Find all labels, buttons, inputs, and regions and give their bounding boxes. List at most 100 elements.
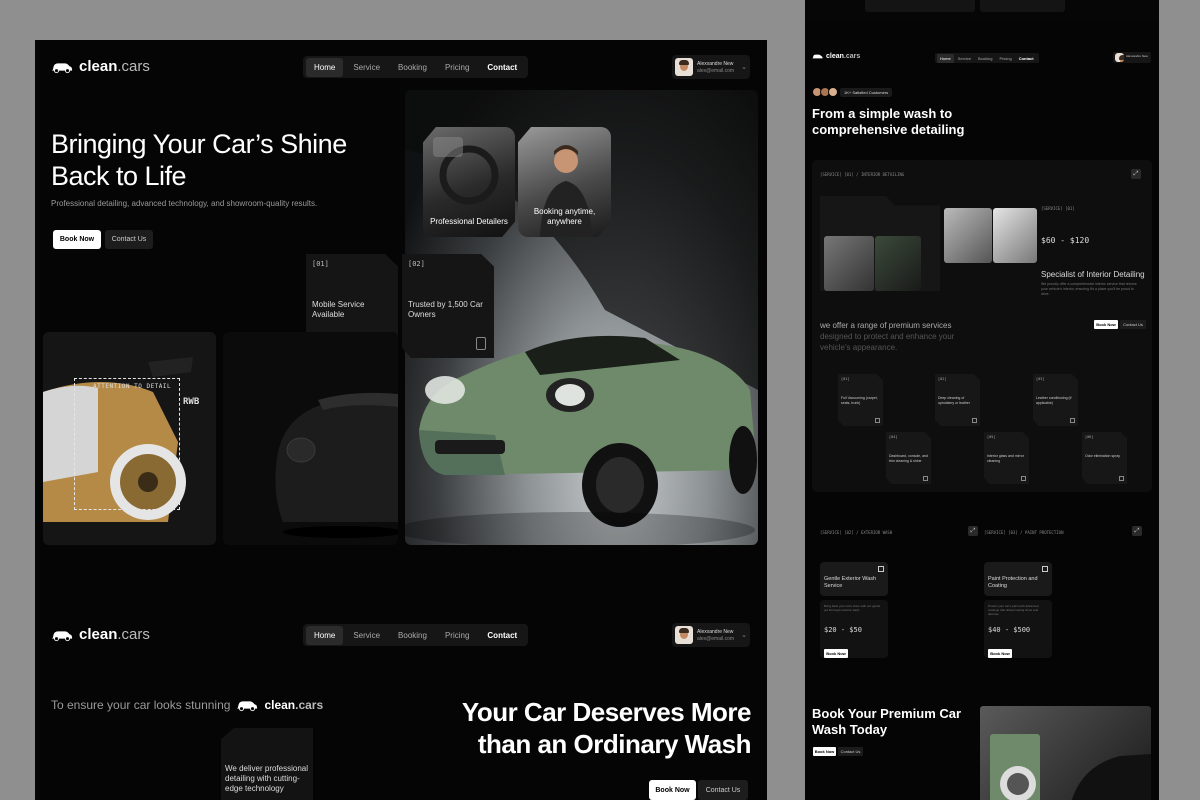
card-number: [03]: [1036, 377, 1045, 381]
nav-home[interactable]: Home: [306, 57, 344, 77]
interior-desc: We proudly offer a comprehensive interio…: [1041, 282, 1137, 296]
user-info: Alexxandre New alex@email.com: [697, 61, 734, 74]
booking-anytime-card[interactable]: Booking anytime, anywhere: [518, 127, 611, 237]
professional-detailers-card[interactable]: Professional Detailers: [423, 127, 515, 237]
hero-subtitle: Professional detailing, advanced technol…: [51, 199, 318, 208]
card-text: Interior glass and mirror cleaning: [987, 454, 1024, 463]
brand-suffix: .cars: [295, 698, 324, 712]
trusted-owners-card[interactable]: [02] Trusted by 1,500 Car Owners: [402, 254, 494, 358]
deliver-text: We deliver professional detailing with c…: [225, 764, 309, 793]
nav-booking[interactable]: Booking: [390, 58, 435, 77]
nav-service[interactable]: Service: [345, 58, 388, 77]
second-nav: clean .cars Home Service Booking Pricing …: [35, 608, 767, 664]
black-car-card: [223, 332, 398, 545]
section2-contact-us-button[interactable]: Contact Us: [698, 780, 748, 800]
nav-pricing[interactable]: Pricing: [437, 626, 477, 645]
side-heading: From a simple wash to comprehensive deta…: [812, 106, 965, 137]
book-now-button[interactable]: Book Now: [53, 230, 101, 249]
expand-icon: [1042, 566, 1048, 572]
service-card-01[interactable]: [01] Full Vacuuming (carpet, seats, trun…: [838, 374, 883, 426]
nav-contact[interactable]: Contact: [479, 626, 525, 645]
interior-detailing-panel: [SERVICE] [01] / INTERIOR DETAILING ⤢ [S…: [812, 160, 1152, 492]
nav-contact[interactable]: Contact: [479, 58, 525, 77]
side-user-menu[interactable]: Alexxandre New: [1113, 52, 1151, 63]
nav-contact[interactable]: Contact: [1016, 54, 1037, 63]
side-contact-us-button[interactable]: Contact Us: [1120, 320, 1146, 329]
nav-service[interactable]: Service: [345, 626, 388, 645]
car-logo-icon: [812, 54, 823, 59]
nav-menu: Home Service Booking Pricing Contact: [303, 56, 529, 78]
brand-name: clean: [79, 58, 118, 75]
contact-us-button[interactable]: Contact Us: [105, 230, 153, 249]
book-today-contact-us-button[interactable]: Contact Us: [838, 747, 863, 756]
user-name: Alexxandre New: [697, 628, 734, 635]
main-landing-frame: clean .cars Home Service Booking Pricing …: [35, 40, 767, 800]
user-menu[interactable]: Alexxandre New alex@email.com ⌄: [672, 55, 750, 79]
exterior-wash-card[interactable]: Gentle Exterior Wash Service: [820, 562, 888, 596]
detailer-cleaning-photo: [875, 236, 921, 291]
tagline-text: To ensure your car looks stunning: [51, 698, 231, 712]
brand-name: clean: [264, 698, 296, 712]
service-card-05[interactable]: [05] Interior glass and mirror cleaning: [984, 432, 1029, 484]
card-number: [04]: [889, 435, 898, 439]
service-card-06[interactable]: [06] Odor elimination spray: [1082, 432, 1127, 484]
chevron-down-icon: ⌄: [741, 64, 747, 71]
nav-pricing[interactable]: Pricing: [996, 54, 1014, 63]
user-email: alex@email.com: [697, 635, 735, 642]
offer-text: we offer a range of premium services des…: [820, 320, 960, 353]
service-card-04[interactable]: [04] Dashboard, console, and trim cleani…: [886, 432, 931, 484]
grid-icon: [1021, 476, 1026, 481]
avatar: [1115, 53, 1124, 62]
deliver-card: We deliver professional detailing with c…: [221, 728, 313, 800]
user-name: Alexxandre New: [1126, 54, 1148, 58]
strip-card: [865, 0, 975, 12]
grid-icon: [923, 476, 928, 481]
expand-icon[interactable]: ⤢: [1132, 526, 1142, 536]
services-preview-frame: clean .cars Home Service Booking Pricing …: [805, 0, 1159, 800]
book-today-heading: Book Your Premium Car Wash Today: [812, 706, 962, 737]
section2-book-now-button[interactable]: Book Now: [649, 780, 696, 800]
paint-desc: Protect your car's paint with advanced c…: [988, 604, 1039, 616]
section2-title: Your Car Deserves More than an Ordinary …: [461, 697, 752, 759]
customer-avatar: [828, 87, 838, 97]
card-number: [06]: [1085, 435, 1094, 439]
black-porsche-illustration: [223, 332, 398, 545]
brand-suffix: .cars: [843, 53, 861, 60]
green-car-wheel-illustration: [990, 734, 1151, 800]
plate-text: RWB: [183, 397, 200, 407]
book-today-book-now-button[interactable]: Book Now: [813, 747, 836, 756]
chevron-down-icon: ⌄: [741, 632, 747, 639]
brand-suffix: .cars: [117, 58, 150, 75]
card-number: [02]: [938, 377, 947, 381]
expand-icon[interactable]: ⤢: [968, 526, 978, 536]
user-menu[interactable]: Alexxandre New alex@email.com ⌄: [672, 623, 750, 647]
nav-home[interactable]: Home: [937, 53, 954, 63]
seat-cleaning-photo: [944, 208, 992, 263]
card-text: Leather conditioning (if applicable): [1036, 396, 1072, 405]
service-card-03[interactable]: [03] Leather conditioning (if applicable…: [1033, 374, 1078, 426]
brand-logo[interactable]: clean .cars: [51, 58, 150, 75]
side-nav-menu: Home Service Booking Pricing Contact: [935, 53, 1039, 63]
nav-booking[interactable]: Booking: [390, 626, 435, 645]
interior-price: $60 - $120: [1041, 236, 1090, 245]
nav-booking[interactable]: Booking: [975, 54, 995, 63]
service-card-02[interactable]: [02] Deep cleaning of upholstery or leat…: [935, 374, 980, 426]
side-brand-logo[interactable]: clean .cars: [812, 53, 860, 60]
nav-service[interactable]: Service: [955, 54, 974, 63]
card-text: Mobile Service Available: [312, 300, 365, 319]
paint-price: $40 - $500: [988, 626, 1031, 634]
side-book-now-button[interactable]: Book Now: [1094, 320, 1118, 329]
exterior-price: $20 - $50: [824, 626, 862, 634]
paint-protection-card[interactable]: Paint Protection and Coating: [984, 562, 1052, 596]
nav-home[interactable]: Home: [306, 625, 344, 645]
paint-book-now-button[interactable]: Book Now: [988, 649, 1012, 658]
nav-pricing[interactable]: Pricing: [437, 58, 477, 77]
exterior-book-now-button[interactable]: Book Now: [824, 649, 848, 658]
expand-icon[interactable]: ⤢: [1131, 169, 1141, 179]
interior-title: Specialist of Interior Detailing: [1041, 270, 1145, 279]
card-number: [01]: [312, 260, 329, 268]
attention-to-detail-frame: ATTENTION TO DETAIL: [74, 378, 180, 510]
hero-title: Bringing Your Car’s Shine Back to Life: [51, 129, 347, 191]
gear-shift-photo: [824, 236, 874, 291]
brand-logo[interactable]: clean .cars: [51, 626, 150, 643]
